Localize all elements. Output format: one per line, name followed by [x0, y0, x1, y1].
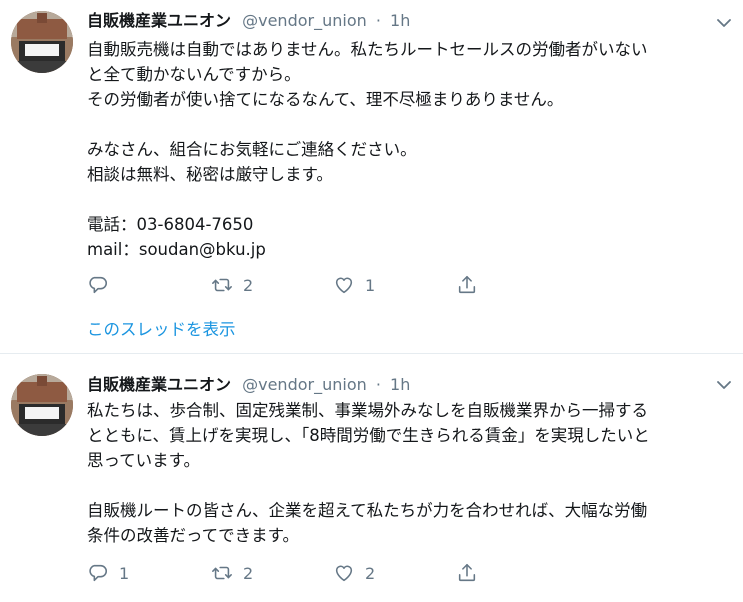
like-count: 2 — [365, 563, 376, 583]
author-name[interactable]: 自販機産業ユニオン — [87, 375, 231, 394]
like-button[interactable]: 1 — [333, 273, 375, 297]
author-handle[interactable]: @vendor_union — [242, 375, 367, 394]
retweet-icon — [212, 278, 232, 292]
tweet-text-line: とともに、賃上げを実現し、「8時間労働で生きられる賃金」を実現したいと — [87, 426, 650, 445]
avatar[interactable] — [11, 374, 73, 436]
retweet-count: 2 — [243, 275, 254, 295]
tweet-text-line: 条件の改善だってできます。 — [87, 526, 300, 545]
share-icon — [458, 275, 476, 294]
reply-button[interactable] — [87, 273, 119, 297]
author-name[interactable]: 自販機産業ユニオン — [87, 11, 231, 30]
reply-count: 1 — [119, 563, 130, 583]
tweet-text-line: mail：soudan@bku.jp — [87, 240, 266, 259]
tweet-header: 自販機産業ユニオン @vendor_union · 1h — [87, 374, 410, 396]
retweet-icon — [212, 566, 232, 580]
reply-button[interactable]: 1 — [87, 561, 129, 585]
share-button[interactable] — [456, 561, 478, 585]
retweet-button[interactable]: 2 — [211, 561, 253, 585]
tweet-text: 私たちは、歩合制、固定残業制、事業場外みなしを自販機業界から一掃する とともに、… — [87, 398, 737, 548]
reply-icon — [89, 564, 107, 582]
tweet-text-line: 相談は無料、秘密は厳守します。 — [87, 165, 333, 184]
tweet-text-line: 自動販売機は自動ではありません。私たちルートセールスの労働者がいない — [87, 40, 648, 59]
like-count: 1 — [365, 275, 376, 295]
tweet-text-line: と全て動かないんですから。 — [87, 65, 301, 84]
retweet-count: 2 — [243, 563, 254, 583]
share-button[interactable] — [456, 273, 478, 297]
reply-icon — [89, 276, 107, 294]
show-thread-link[interactable]: このスレッドを表示 — [87, 316, 236, 340]
retweet-button[interactable]: 2 — [211, 273, 253, 297]
separator: · — [375, 11, 381, 30]
chevron-down-icon[interactable] — [717, 18, 731, 28]
tweet-header: 自販機産業ユニオン @vendor_union · 1h — [87, 10, 410, 32]
author-handle[interactable]: @vendor_union — [242, 11, 367, 30]
tweet-text-line: 思っています。 — [87, 451, 201, 470]
timestamp[interactable]: 1h — [390, 375, 410, 394]
timestamp[interactable]: 1h — [390, 11, 410, 30]
tweet-text-line: 電話：03-6804-7650 — [87, 215, 254, 234]
tweet-actions: 2 1 — [87, 273, 507, 297]
chevron-down-icon[interactable] — [717, 380, 731, 390]
tweet[interactable]: 自販機産業ユニオン @vendor_union · 1h 私たちは、歩合制、固定… — [0, 354, 743, 602]
share-icon — [458, 563, 476, 582]
heart-icon — [335, 277, 353, 294]
avatar[interactable] — [11, 11, 73, 73]
separator: · — [375, 375, 381, 394]
tweet-actions: 1 2 2 — [87, 561, 507, 585]
tweet-text-line: みなさん、組合にお気軽にご連絡ください。 — [87, 140, 417, 159]
tweet-text: 自動販売機は自動ではありません。私たちルートセールスの労働者がいない と全て動か… — [87, 37, 737, 262]
tweet-text-line: 私たちは、歩合制、固定残業制、事業場外みなしを自販機業界から一掃する — [87, 401, 648, 420]
like-button[interactable]: 2 — [333, 561, 375, 585]
tweet-text-line: 自販機ルートの皆さん、企業を超えて私たちが力を合わせれば、大幅な労働 — [87, 501, 648, 520]
tweet-text-line: その労働者が使い捨てになるなんて、理不尽極まりありません。 — [87, 90, 564, 109]
heart-icon — [335, 565, 353, 582]
tweet[interactable]: 自販機産業ユニオン @vendor_union · 1h 自動販売機は自動ではあ… — [0, 0, 743, 354]
